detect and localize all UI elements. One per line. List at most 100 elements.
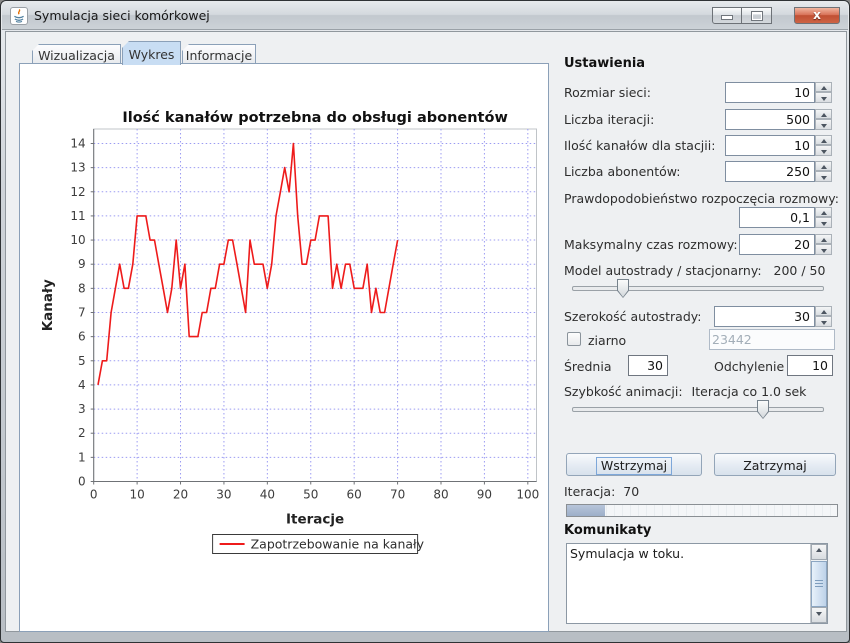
client-area: Wizualizacja Wykres Informacje 010203040… <box>5 31 847 632</box>
tab-informacje[interactable]: Informacje <box>182 44 256 63</box>
arrow-down-icon <box>821 321 827 325</box>
arrow-down-icon <box>821 124 827 128</box>
svg-text:80: 80 <box>433 488 448 502</box>
minimize-icon <box>722 16 732 19</box>
spinner-up-button[interactable] <box>815 234 832 244</box>
maks-czas-input[interactable]: 20 <box>739 234 815 255</box>
ziarno-input[interactable]: 23442 <box>709 329 835 350</box>
svg-text:30: 30 <box>216 488 231 502</box>
tab-label: Wizualizacja <box>38 48 115 63</box>
rozmiar-sieci-input[interactable]: 10 <box>725 82 815 103</box>
komunikaty-header: Komunikaty <box>564 523 651 538</box>
odchylenie-input[interactable]: 10 <box>787 355 833 376</box>
svg-text:10: 10 <box>129 488 144 502</box>
szerokosc-label: Szerokość autostrady: <box>564 309 701 324</box>
spinner-down-button[interactable] <box>815 119 832 130</box>
titlebar[interactable]: Symulacja sieci komórkowej x <box>2 1 848 30</box>
arrow-up-icon <box>821 139 827 143</box>
iteration-value: 70 <box>623 484 639 499</box>
wstrzymaj-button-label: Wstrzymaj <box>596 457 672 475</box>
svg-text:0: 0 <box>90 488 98 502</box>
progress-bar-fill <box>567 505 605 516</box>
tab-wykres[interactable]: Wykres <box>122 41 181 65</box>
ilosc-kanalow-spinner <box>815 135 832 156</box>
arrow-up-icon <box>821 238 827 242</box>
szerokosc-input[interactable]: 30 <box>714 306 815 327</box>
spinner-down-button[interactable] <box>815 217 832 228</box>
komunikaty-text: Symulacja w toku. <box>570 546 807 561</box>
tab-label: Informacje <box>186 48 252 63</box>
close-button[interactable]: x <box>794 7 840 24</box>
zatrzymaj-button-label: Zatrzymaj <box>743 458 807 473</box>
scroll-down-button[interactable] <box>811 607 827 623</box>
svg-text:60: 60 <box>347 488 362 502</box>
liczba-iteracji-label: Liczba iteracji: <box>564 112 654 127</box>
svg-text:12: 12 <box>70 185 85 199</box>
szybkosc-value: Iteracja co 1.0 sek <box>692 384 807 399</box>
spinner-up-button[interactable] <box>815 207 832 217</box>
iteration-label: Iteracja: <box>564 484 615 499</box>
spinner-up-button[interactable] <box>815 82 832 92</box>
model-slider-track[interactable] <box>572 286 824 291</box>
spinner-up-button[interactable] <box>815 306 832 316</box>
arrow-up-icon <box>821 165 827 169</box>
wstrzymaj-button[interactable]: Wstrzymaj <box>566 453 702 476</box>
spinner-down-button[interactable] <box>815 316 832 327</box>
minimize-button[interactable] <box>712 7 742 24</box>
spinner-down-button[interactable] <box>815 171 832 182</box>
progress-bar <box>566 504 838 517</box>
app-window: Symulacja sieci komórkowej x Wizualizacj… <box>0 0 850 643</box>
ilosc-kanalow-input[interactable]: 10 <box>725 135 815 156</box>
prawdopodobienstwo-spinner <box>815 207 832 228</box>
spinner-down-button[interactable] <box>815 244 832 255</box>
zatrzymaj-button[interactable]: Zatrzymaj <box>714 453 836 476</box>
arrow-down-icon <box>821 249 827 253</box>
arrow-up-icon <box>821 310 827 314</box>
liczba-abonentow-input[interactable]: 250 <box>725 161 815 182</box>
scrollbar-grip-icon <box>815 580 823 587</box>
model-label-text: Model autostrady / stacjonarny: <box>564 263 762 278</box>
srednia-label: Średnia <box>564 359 611 374</box>
arrow-down-icon <box>816 612 822 616</box>
szybkosc-label-text: Szybkość animacji: <box>564 384 683 399</box>
komunikaty-scrollbar[interactable] <box>810 544 827 623</box>
liczba-iteracji-input[interactable]: 500 <box>725 109 815 130</box>
prawdopodobienstwo-input[interactable]: 0,1 <box>739 207 815 228</box>
scroll-up-button[interactable] <box>811 544 827 560</box>
ziarno-checkbox[interactable] <box>567 332 581 346</box>
spinner-up-button[interactable] <box>815 161 832 171</box>
spinner-up-button[interactable] <box>815 109 832 119</box>
svg-text:14: 14 <box>70 136 85 150</box>
model-label: Model autostrady / stacjonarny: 200 / 50 <box>564 263 825 278</box>
scrollbar-thumb[interactable] <box>811 561 827 607</box>
srednia-input[interactable]: 30 <box>628 355 668 376</box>
settings-header: Ustawienia <box>564 56 645 71</box>
model-value: 200 / 50 <box>774 263 826 278</box>
ilosc-kanalow-label: Ilość kanałów dla stacjii: <box>564 138 715 153</box>
szybkosc-label: Szybkość animacji: Iteracja co 1.0 sek <box>564 384 806 399</box>
svg-text:5: 5 <box>78 354 86 368</box>
spinner-down-button[interactable] <box>815 145 832 156</box>
ziarno-label: ziarno <box>588 333 626 348</box>
speed-slider-thumb[interactable] <box>757 400 769 419</box>
chart-svg: 0102030405060708090100012345678910111213… <box>36 99 560 589</box>
arrow-up-icon <box>821 113 827 117</box>
svg-text:Zapotrzebowanie na kanały: Zapotrzebowanie na kanały <box>251 537 425 552</box>
liczba-abonentow-label: Liczba abonentów: <box>564 164 681 179</box>
svg-text:9: 9 <box>78 257 86 271</box>
model-slider-thumb[interactable] <box>617 279 629 298</box>
tab-wizualizacja[interactable]: Wizualizacja <box>32 44 121 63</box>
svg-text:6: 6 <box>78 330 86 344</box>
rozmiar-sieci-spinner <box>815 82 832 103</box>
maximize-button[interactable] <box>742 7 772 24</box>
speed-slider-track[interactable] <box>572 407 824 412</box>
maximize-icon <box>752 12 762 20</box>
arrow-up-icon <box>821 211 827 215</box>
liczba-iteracji-spinner <box>815 109 832 130</box>
svg-text:10: 10 <box>70 233 85 247</box>
svg-text:90: 90 <box>477 488 492 502</box>
komunikaty-textarea[interactable]: Symulacja w toku. <box>566 543 828 624</box>
svg-text:13: 13 <box>70 161 85 175</box>
spinner-up-button[interactable] <box>815 135 832 145</box>
spinner-down-button[interactable] <box>815 92 832 103</box>
